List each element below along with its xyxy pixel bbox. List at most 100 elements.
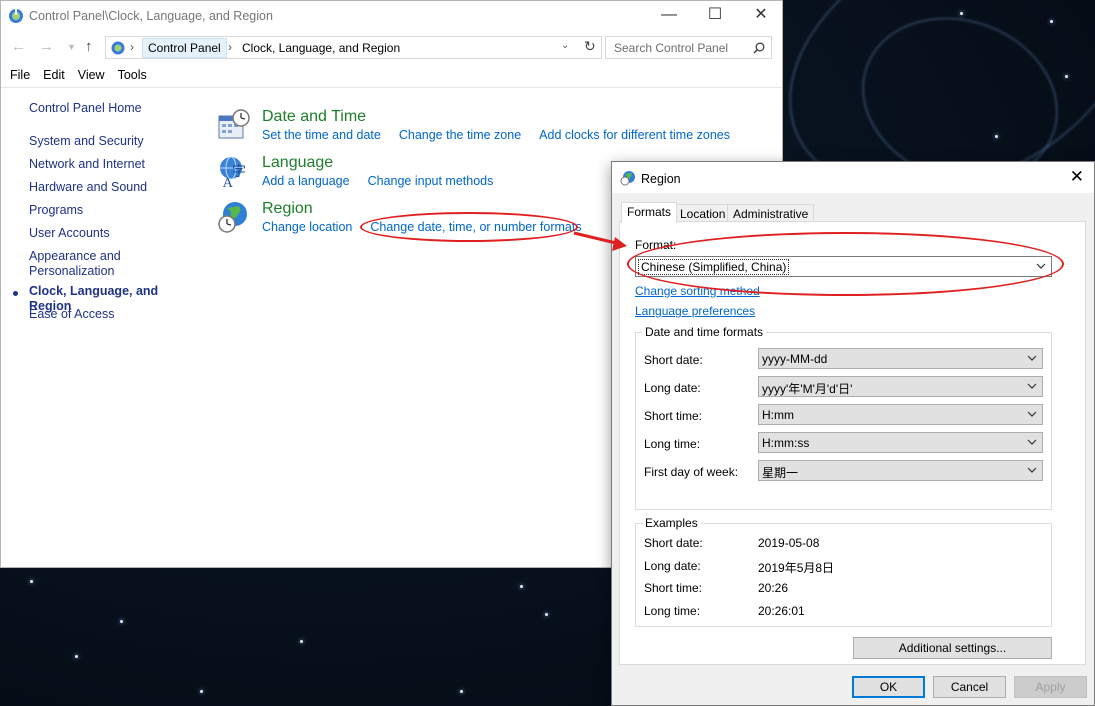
tab-formats[interactable]: Formats — [621, 202, 678, 223]
long-date-value: yyyy'年'M'月'd'日' — [762, 382, 853, 396]
sidebar-item-programs[interactable]: Programs — [29, 203, 199, 218]
short-date-select[interactable]: yyyy-MM-dd — [758, 348, 1043, 369]
category-title[interactable]: Language — [262, 154, 333, 172]
chevron-down-icon — [1027, 467, 1037, 473]
format-label: Format: — [635, 238, 677, 252]
link-change-formats[interactable]: Change date, time, or number formats — [370, 220, 581, 234]
globe-clock-icon — [218, 202, 247, 233]
format-value: Chinese (Simplified, China) — [638, 259, 790, 275]
short-date-value: yyyy-MM-dd — [762, 352, 828, 366]
ok-button[interactable]: OK — [852, 676, 925, 698]
menu-view[interactable]: View — [78, 68, 105, 82]
long-time-value: H:mm:ss — [762, 436, 810, 450]
sidebar-item-home[interactable]: Control Panel Home — [29, 101, 199, 116]
address-bar-row: ← → ▼ ↑ › Control Panel › Clock, Languag… — [1, 36, 782, 60]
language-icon: 字 A — [220, 156, 246, 188]
chevron-down-icon — [1027, 355, 1037, 361]
category-links: Add a language Change input methods — [262, 174, 511, 188]
example-long-date-value: 2019年5月8日 — [758, 561, 835, 575]
chevron-down-icon — [1036, 263, 1046, 269]
additional-settings-button[interactable]: Additional settings... — [853, 637, 1052, 659]
example-long-time-value: 20:26:01 — [758, 604, 805, 618]
language-preferences-link[interactable]: Language preferences — [635, 304, 755, 318]
example-long-date-label: Long date: — [644, 559, 701, 573]
clock-calendar-icon — [218, 109, 250, 139]
maximize-button[interactable]: ☐ — [692, 1, 738, 31]
short-date-label: Short date: — [644, 353, 703, 367]
refresh-icon[interactable]: ↻ — [584, 38, 596, 55]
close-button[interactable]: ✕ — [738, 1, 784, 31]
minimize-button[interactable]: — — [646, 1, 692, 31]
cancel-button[interactable]: Cancel — [933, 676, 1006, 698]
up-arrow-icon[interactable]: ↑ — [85, 38, 93, 55]
sidebar-item-appearance[interactable]: Appearance and Personalization — [29, 249, 129, 279]
link-change-input-methods[interactable]: Change input methods — [368, 174, 494, 188]
sidebar-item-user-accounts[interactable]: User Accounts — [29, 226, 199, 241]
menu-tools[interactable]: Tools — [118, 68, 147, 82]
category-links: Change location Change date, time, or num… — [262, 220, 600, 234]
sidebar-item-ease-of-access[interactable]: Ease of Access — [29, 307, 199, 322]
search-icon[interactable] — [753, 42, 765, 54]
apply-button[interactable]: Apply — [1014, 676, 1087, 698]
search-input[interactable]: Search Control Panel — [605, 36, 772, 59]
link-set-time-date[interactable]: Set the time and date — [262, 128, 381, 142]
long-time-label: Long time: — [644, 437, 701, 451]
format-select[interactable]: Chinese (Simplified, China) — [635, 256, 1052, 277]
date-time-formats-group: Date and time formats Short date: yyyy-M… — [635, 325, 1052, 510]
search-placeholder: Search Control Panel — [614, 41, 729, 55]
short-time-select[interactable]: H:mm — [758, 404, 1043, 425]
breadcrumb-chevron-icon[interactable]: › — [228, 40, 232, 54]
dialog-title: Region — [641, 172, 681, 186]
breadcrumb-control-panel[interactable]: Control Panel — [142, 38, 227, 58]
svg-text:字: 字 — [232, 164, 246, 180]
recent-chevron-icon[interactable]: ▼ — [67, 42, 76, 52]
sidebar-item-system-security[interactable]: System and Security — [29, 134, 199, 149]
short-time-label: Short time: — [644, 409, 703, 423]
example-long-time-label: Long time: — [644, 604, 701, 618]
globe-clock-icon — [620, 171, 635, 186]
long-date-select[interactable]: yyyy'年'M'月'd'日' — [758, 376, 1043, 397]
control-panel-icon — [9, 9, 23, 23]
tab-location[interactable]: Location — [674, 204, 732, 222]
link-change-location[interactable]: Change location — [262, 220, 352, 234]
first-day-of-week-value: 星期一 — [762, 466, 799, 480]
example-short-date-value: 2019-05-08 — [758, 536, 820, 550]
back-arrow-icon[interactable]: ← — [11, 38, 26, 55]
address-box[interactable]: › Control Panel › Clock, Language, and R… — [105, 36, 602, 59]
example-short-date-label: Short date: — [644, 536, 703, 550]
link-change-time-zone[interactable]: Change the time zone — [399, 128, 521, 142]
sidebar-item-hardware[interactable]: Hardware and Sound — [29, 180, 199, 195]
link-add-clocks[interactable]: Add clocks for different time zones — [539, 128, 730, 142]
change-sorting-method-link[interactable]: Change sorting method — [635, 284, 760, 298]
examples-group: Examples Short date: 2019-05-08 Long dat… — [635, 516, 1052, 627]
address-dropdown-icon[interactable]: ⌄ — [561, 40, 569, 51]
group-title: Date and time formats — [642, 325, 767, 339]
menu-file[interactable]: File — [10, 68, 30, 82]
example-short-time-label: Short time: — [644, 581, 703, 595]
chevron-down-icon — [1027, 383, 1037, 389]
dialog-close-button[interactable]: ✕ — [1070, 167, 1084, 187]
menu-divider — [1, 87, 782, 88]
first-day-of-week-select[interactable]: 星期一 — [758, 460, 1043, 481]
category-links: Set the time and date Change the time zon… — [262, 128, 748, 142]
window-title: Control Panel\Clock, Language, and Regio… — [29, 9, 273, 23]
breadcrumb-current[interactable]: Clock, Language, and Region — [242, 41, 400, 55]
group-title: Examples — [642, 516, 701, 530]
chevron-down-icon — [1027, 411, 1037, 417]
category-title[interactable]: Date and Time — [262, 108, 366, 126]
long-time-select[interactable]: H:mm:ss — [758, 432, 1043, 453]
short-time-value: H:mm — [762, 408, 794, 422]
region-dialog: Region ✕ Formats Location Administrative… — [611, 161, 1095, 706]
sidebar-item-network[interactable]: Network and Internet — [29, 157, 199, 172]
current-item-bullet — [13, 291, 18, 296]
category-title[interactable]: Region — [262, 200, 313, 218]
long-date-label: Long date: — [644, 381, 701, 395]
chevron-down-icon — [1027, 439, 1037, 445]
breadcrumb-chevron-icon[interactable]: › — [130, 40, 134, 54]
tab-administrative[interactable]: Administrative — [727, 204, 815, 222]
example-short-time-value: 20:26 — [758, 581, 789, 595]
menu-edit[interactable]: Edit — [43, 68, 65, 82]
forward-arrow-icon[interactable]: → — [39, 38, 54, 55]
svg-text:A: A — [222, 176, 233, 188]
link-add-language[interactable]: Add a language — [262, 174, 350, 188]
